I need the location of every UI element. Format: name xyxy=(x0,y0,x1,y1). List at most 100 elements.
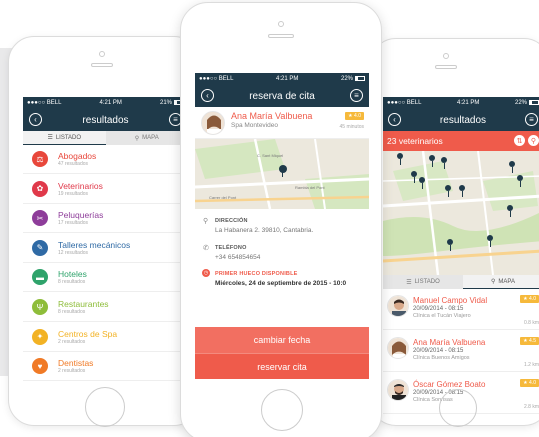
map-pin[interactable] xyxy=(397,153,403,165)
carrier-text: ●●●○○ BELL xyxy=(387,100,422,106)
category-item[interactable]: ♥ Dentistas 2 resultados xyxy=(23,352,188,382)
map-pin[interactable] xyxy=(517,175,523,187)
distance-text: 0.8 km xyxy=(523,320,539,326)
left-phone: ●●●○○ BELL 4:21 PM 21% ‹ resultados ≡ ☰ L… xyxy=(8,36,200,427)
back-button[interactable]: ‹ xyxy=(201,89,214,102)
results-map[interactable] xyxy=(383,151,539,275)
map-pin[interactable] xyxy=(279,165,287,177)
carrier-text: ●●●○○ BELL xyxy=(199,76,234,82)
category-count: 8 resultados xyxy=(58,309,86,315)
battery-level: 22% xyxy=(514,100,527,107)
category-count: 2 resultados xyxy=(58,338,86,345)
map-pin[interactable] xyxy=(441,157,447,169)
category-item[interactable]: ✦ Centros de Spa 2 resultados xyxy=(23,323,188,352)
list-icon: ☰ xyxy=(406,279,412,286)
map-pin[interactable] xyxy=(487,235,493,247)
phone-label: TELÉFONO xyxy=(215,245,247,251)
map-pin[interactable] xyxy=(411,171,417,183)
nav-bar: ‹ resultados ≡ xyxy=(383,109,539,131)
map-pin[interactable] xyxy=(509,161,515,173)
status-bar: ●●●○○ BELL 4:21 PM 22% xyxy=(383,97,539,109)
map-street-label: Carrer del Pont xyxy=(209,195,237,200)
carrier-text: ●●●○○ BELL xyxy=(27,100,62,106)
tab-bar: ☰ LISTADO ⚲ MAPA xyxy=(23,131,188,145)
doctor-distance: 45 minutos xyxy=(339,124,364,130)
avatar-image xyxy=(388,296,408,316)
map-pin[interactable] xyxy=(419,177,425,189)
appointment-date: 20/09/2014 - 08:15 xyxy=(413,348,464,354)
tab-label: LISTADO xyxy=(414,279,440,285)
list-icon: ☰ xyxy=(47,135,53,141)
category-item[interactable]: ⚖ Abogados 47 resultados xyxy=(23,145,188,174)
sort-icon[interactable]: ⇅ xyxy=(514,135,525,146)
map-pin[interactable] xyxy=(507,205,513,217)
paw-icon: ✿ xyxy=(32,180,48,197)
doctor-name: Óscar Gómez Boato xyxy=(413,380,486,389)
status-bar: ●●●○○ BELL 4:21 PM 21% xyxy=(23,97,188,109)
clinic-name: Clínica Buenos Amigos xyxy=(413,355,470,361)
map-pin[interactable] xyxy=(459,185,465,197)
tab-mapa[interactable]: ⚲ MAPA xyxy=(105,131,188,145)
location-map[interactable]: C. Sant Miquel Carrer del Pont Rambla de… xyxy=(195,139,369,209)
left-screen: ●●●○○ BELL 4:21 PM 21% ‹ resultados ≡ ☰ L… xyxy=(23,97,188,382)
page-title: resultados xyxy=(439,114,487,126)
tab-listado[interactable]: ☰ LISTADO xyxy=(383,275,463,289)
distance-text: 1.2 km xyxy=(523,362,539,368)
phone-icon: ✆ xyxy=(203,245,209,252)
category-item[interactable]: ✂ Peluquerías 17 resultados xyxy=(23,204,188,234)
category-text: Restaurantes 8 resultados xyxy=(58,299,109,315)
speaker xyxy=(91,63,113,67)
filter-icon[interactable]: ⚲ xyxy=(528,135,539,146)
distance-text: 2.8 km xyxy=(523,404,539,410)
category-name: Talleres mecánicos xyxy=(58,239,131,250)
camera xyxy=(443,53,449,59)
category-text: Abogados 47 resultados xyxy=(58,151,96,167)
doctor-name: Manuel Campo Vidal xyxy=(413,296,488,305)
page-title: reserva de cita xyxy=(249,90,315,102)
category-text: Talleres mecánicos 12 resultados xyxy=(58,240,130,256)
doctor-name: Ana María Valbuena xyxy=(413,338,486,347)
battery-level: 22% xyxy=(340,76,353,83)
speaker xyxy=(435,65,457,69)
bed-icon: ▬ xyxy=(32,269,48,286)
spa-icon: ✦ xyxy=(32,328,48,345)
map-pin[interactable] xyxy=(429,155,435,167)
battery-icon xyxy=(355,75,365,81)
scissors-icon: ✂ xyxy=(32,210,48,227)
book-appointment-button[interactable]: reservar cita xyxy=(195,353,369,379)
rating-badge: ★ 4.0 xyxy=(345,112,364,120)
nav-bar: ‹ reserva de cita ≡ xyxy=(195,85,369,107)
category-name: Hoteles xyxy=(58,269,87,280)
center-phone: ●●●○○ BELL 4:21 PM 22% ‹ reserva de cita… xyxy=(180,2,382,437)
category-text: Dentistas 2 resultados xyxy=(58,358,93,374)
category-text: Veterinarios 19 resultados xyxy=(58,181,103,197)
tab-label: LISTADO xyxy=(55,134,82,141)
map-street-label: Rambla del Pont xyxy=(295,185,325,190)
tab-label: MAPA xyxy=(498,278,515,285)
address-label: DIRECCIÓN xyxy=(215,218,248,224)
tab-mapa[interactable]: ⚲ MAPA xyxy=(463,275,539,289)
category-item[interactable]: Ψ Restaurantes 8 resultados xyxy=(23,293,188,322)
category-item[interactable]: ✎ Talleres mecánicos 12 resultados xyxy=(23,234,188,263)
map-pin[interactable] xyxy=(447,239,453,251)
category-item[interactable]: ✿ Veterinarios 19 resultados xyxy=(23,175,188,204)
home-button[interactable] xyxy=(85,387,125,427)
tab-label: MAPA xyxy=(142,135,159,141)
doctor-name: Ana María Valbuena xyxy=(231,111,313,121)
home-button[interactable] xyxy=(261,389,303,431)
back-button[interactable]: ‹ xyxy=(29,113,42,126)
map-pin[interactable] xyxy=(445,185,451,197)
menu-button[interactable]: ≡ xyxy=(350,89,363,102)
menu-button[interactable]: ≡ xyxy=(525,113,538,126)
home-button[interactable] xyxy=(439,389,477,427)
doctor-list-item[interactable]: Ana María Valbuena 20/09/2014 - 08:15 Clín… xyxy=(383,331,539,372)
avatar xyxy=(387,379,409,401)
tab-listado[interactable]: ☰ LISTADO xyxy=(23,131,106,145)
address-value: La Habanera 2. 39810, Cantabria. xyxy=(215,227,314,234)
results-count: 23 veterinarios xyxy=(387,136,443,146)
category-item[interactable]: ▬ Hoteles 8 resultados xyxy=(23,263,188,293)
doctor-list-item[interactable]: Manuel Campo Vidal 20/09/2014 - 08:15 Clín… xyxy=(383,289,539,330)
back-button[interactable]: ‹ xyxy=(388,113,401,126)
change-date-button[interactable]: cambiar fecha xyxy=(195,327,369,353)
camera xyxy=(99,51,105,57)
